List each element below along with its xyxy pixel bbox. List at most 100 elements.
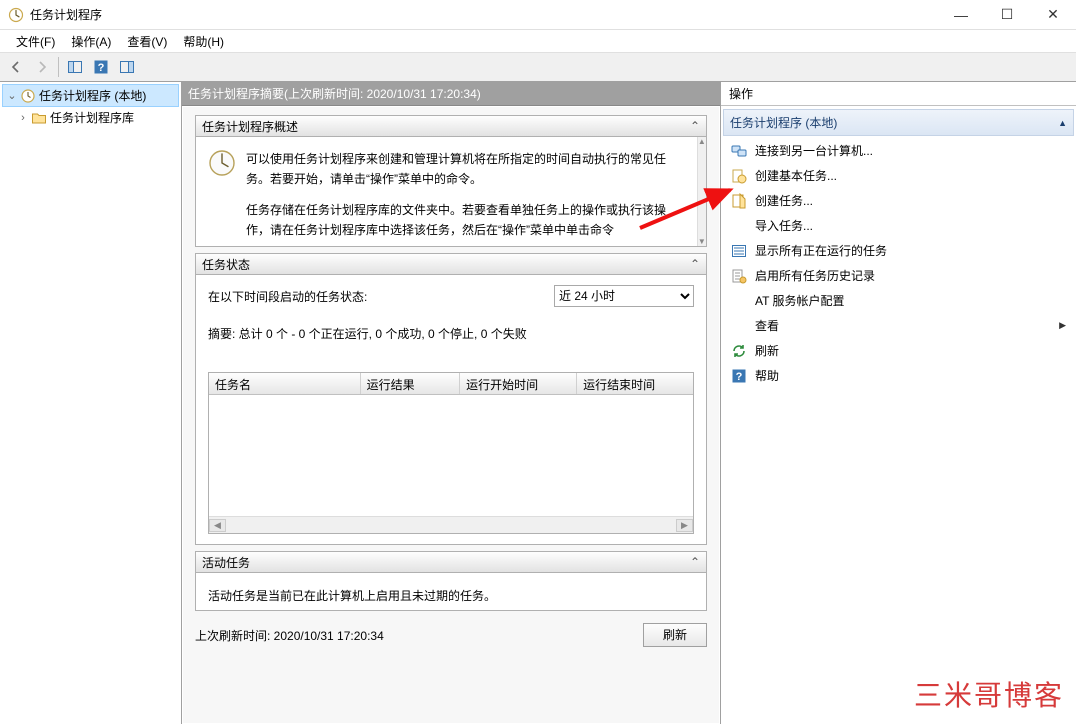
task-list-header: 任务名 运行结果 运行开始时间 运行结束时间 — [209, 373, 693, 395]
status-title: 任务状态 — [202, 256, 250, 273]
active-header[interactable]: 活动任务 ⌃ — [195, 551, 707, 573]
refresh-button[interactable]: 刷新 — [643, 623, 707, 647]
show-hide-tree-button[interactable] — [63, 55, 87, 79]
actions-pane: 操作 任务计划程序 (本地) ▲ 连接到另一台计算机... 创建基本任务... … — [720, 82, 1076, 724]
svg-text:?: ? — [736, 371, 743, 383]
history-icon — [731, 268, 747, 284]
tree-library[interactable]: › 任务计划程序库 — [14, 107, 179, 128]
action-create-task-label: 创建任务... — [755, 192, 813, 209]
expand-caret-icon[interactable]: ⌄ — [7, 89, 17, 102]
library-icon — [31, 110, 47, 126]
overview-scrollbar[interactable] — [697, 137, 706, 246]
action-enable-history-label: 启用所有任务历史记录 — [755, 267, 875, 284]
action-show-running[interactable]: 显示所有正在运行的任务 — [723, 238, 1074, 263]
task-list-body — [209, 395, 693, 516]
overview-p2: 任务存储在任务计划程序库的文件夹中。若要查看单独任务上的操作或执行该操作，请在任… — [246, 200, 687, 241]
clock-icon — [208, 149, 236, 180]
actions-list: 任务计划程序 (本地) ▲ 连接到另一台计算机... 创建基本任务... 创建任… — [721, 106, 1076, 724]
menu-help[interactable]: 帮助(H) — [175, 31, 232, 52]
actions-pane-title: 操作 — [721, 82, 1076, 106]
action-import[interactable]: 导入任务... — [723, 213, 1074, 238]
watermark: 三米哥博客 — [914, 674, 1064, 714]
tree-library-label: 任务计划程序库 — [50, 109, 134, 126]
collapse-icon: ▲ — [1058, 118, 1067, 128]
action-at-config[interactable]: AT 服务帐户配置 — [723, 288, 1074, 313]
create-task-icon — [731, 193, 747, 209]
status-period-select[interactable]: 近 24 小时 — [554, 285, 694, 307]
action-at-config-label: AT 服务帐户配置 — [755, 292, 845, 309]
window-controls: — ☐ ✕ — [938, 0, 1076, 29]
close-button[interactable]: ✕ — [1030, 0, 1076, 29]
center-pane: 任务计划程序摘要(上次刷新时间: 2020/10/31 17:20:34) 任务… — [182, 82, 720, 724]
scheduler-icon — [20, 88, 36, 104]
action-enable-history[interactable]: 启用所有任务历史记录 — [723, 263, 1074, 288]
nav-back-button[interactable] — [4, 55, 28, 79]
action-help-label: 帮助 — [755, 367, 779, 384]
menu-view[interactable]: 查看(V) — [119, 31, 175, 52]
running-icon — [731, 243, 747, 259]
blank-icon — [731, 218, 747, 234]
col-run-end[interactable]: 运行结束时间 — [577, 373, 693, 394]
blank-icon — [731, 293, 747, 309]
action-view-label: 查看 — [755, 317, 779, 334]
tree-pane: ⌄ 任务计划程序 (本地) › 任务计划程序库 — [0, 82, 182, 724]
create-basic-icon — [731, 168, 747, 184]
action-create-task[interactable]: 创建任务... — [723, 188, 1074, 213]
overview-title: 任务计划程序概述 — [202, 118, 298, 135]
status-summary: 摘要: 总计 0 个 - 0 个正在运行, 0 个成功, 0 个停止, 0 个失… — [208, 325, 694, 342]
horizontal-scrollbar[interactable]: ◀ ▶ — [209, 516, 693, 533]
action-import-label: 导入任务... — [755, 217, 813, 234]
refresh-icon — [731, 343, 747, 359]
scroll-left-icon[interactable]: ◀ — [209, 519, 226, 532]
menu-action[interactable]: 操作(A) — [63, 31, 119, 52]
last-refresh-label: 上次刷新时间: 2020/10/31 17:20:34 — [195, 627, 384, 644]
refresh-row: 上次刷新时间: 2020/10/31 17:20:34 刷新 — [195, 623, 707, 647]
show-hide-action-button[interactable] — [115, 55, 139, 79]
collapse-icon: ⌃ — [690, 119, 700, 133]
actions-group-title: 任务计划程序 (本地) — [730, 114, 837, 131]
task-list: 任务名 运行结果 运行开始时间 运行结束时间 ◀ ▶ — [208, 372, 694, 534]
scroll-right-icon[interactable]: ▶ — [676, 519, 693, 532]
col-run-start[interactable]: 运行开始时间 — [460, 373, 577, 394]
col-run-result[interactable]: 运行结果 — [361, 373, 461, 394]
window-title: 任务计划程序 — [30, 6, 102, 23]
title-bar: 任务计划程序 — ☐ ✕ — [0, 0, 1076, 30]
collapse-icon: ⌃ — [690, 257, 700, 271]
action-create-basic[interactable]: 创建基本任务... — [723, 163, 1074, 188]
action-view[interactable]: 查看 ▶ — [723, 313, 1074, 338]
action-show-running-label: 显示所有正在运行的任务 — [755, 242, 887, 259]
active-body: 活动任务是当前已在此计算机上启用且未过期的任务。 — [195, 573, 707, 611]
center-body: 任务计划程序概述 ⌃ 可以使用任务计划程序来创建和管理计算机将在所指定的时间自动… — [182, 106, 720, 724]
status-body: 在以下时间段启动的任务状态: 近 24 小时 摘要: 总计 0 个 - 0 个正… — [195, 275, 707, 545]
overview-text: 可以使用任务计划程序来创建和管理计算机将在所指定的时间自动执行的常见任务。若要开… — [246, 149, 687, 241]
action-connect-label: 连接到另一台计算机... — [755, 142, 873, 159]
main-area: ⌄ 任务计划程序 (本地) › 任务计划程序库 任务计划程序摘要(上次刷新时间:… — [0, 82, 1076, 724]
tree-root-label: 任务计划程序 (本地) — [39, 87, 146, 104]
collapse-icon: ⌃ — [690, 555, 700, 569]
submenu-icon: ▶ — [1059, 320, 1066, 331]
action-create-basic-label: 创建基本任务... — [755, 167, 837, 184]
app-icon — [8, 7, 24, 23]
help-button[interactable]: ? — [89, 55, 113, 79]
active-desc: 活动任务是当前已在此计算机上启用且未过期的任务。 — [208, 587, 694, 604]
expand-caret-icon[interactable]: › — [18, 112, 28, 124]
maximize-button[interactable]: ☐ — [984, 0, 1030, 29]
overview-body: 可以使用任务计划程序来创建和管理计算机将在所指定的时间自动执行的常见任务。若要开… — [195, 137, 707, 247]
action-help[interactable]: ? 帮助 — [723, 363, 1074, 388]
menu-bar: 文件(F) 操作(A) 查看(V) 帮助(H) — [0, 30, 1076, 52]
overview-header[interactable]: 任务计划程序概述 ⌃ — [195, 115, 707, 137]
action-refresh[interactable]: 刷新 — [723, 338, 1074, 363]
status-period-row: 在以下时间段启动的任务状态: 近 24 小时 — [208, 285, 694, 307]
svg-text:?: ? — [98, 62, 105, 74]
status-header[interactable]: 任务状态 ⌃ — [195, 253, 707, 275]
actions-group-header[interactable]: 任务计划程序 (本地) ▲ — [723, 109, 1074, 136]
menu-file[interactable]: 文件(F) — [8, 31, 63, 52]
action-connect[interactable]: 连接到另一台计算机... — [723, 138, 1074, 163]
connect-icon — [731, 143, 747, 159]
col-task-name[interactable]: 任务名 — [209, 373, 361, 394]
minimize-button[interactable]: — — [938, 0, 984, 29]
tree-root[interactable]: ⌄ 任务计划程序 (本地) — [2, 84, 179, 107]
toolbar-separator — [58, 57, 59, 77]
nav-forward-button[interactable] — [30, 55, 54, 79]
overview-p1: 可以使用任务计划程序来创建和管理计算机将在所指定的时间自动执行的常见任务。若要开… — [246, 149, 687, 190]
